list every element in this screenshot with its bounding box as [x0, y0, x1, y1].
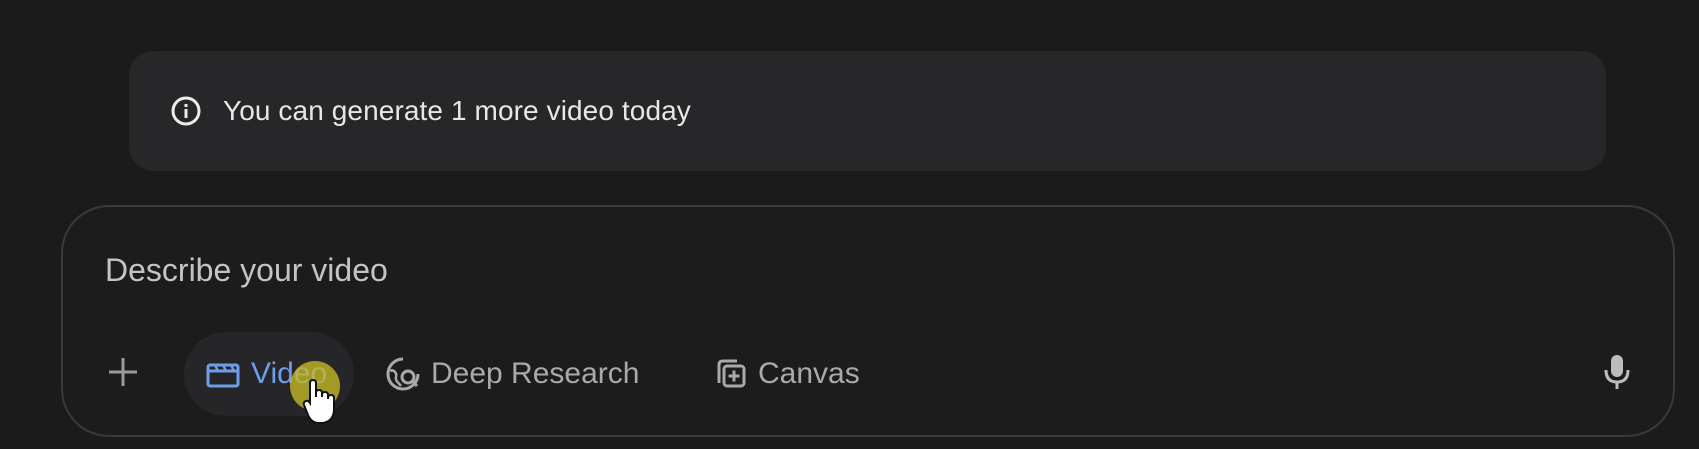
video-quota-notice: You can generate 1 more video today	[129, 51, 1606, 171]
tool-canvas-label: Canvas	[758, 357, 860, 390]
add-button[interactable]	[99, 350, 147, 398]
clapperboard-icon	[204, 355, 242, 393]
tool-row: Video Deep Research Canvas	[63, 332, 1673, 416]
tool-deep-research-button[interactable]: Deep Research	[384, 332, 654, 416]
gemini-page: You can generate 1 more video today Desc…	[0, 0, 1699, 449]
prompt-input[interactable]	[105, 245, 1305, 295]
globe-search-icon	[384, 355, 422, 393]
tool-video-label: Video	[251, 357, 328, 390]
tool-video-button[interactable]: Video	[184, 332, 354, 416]
prompt-composer: Video Deep Research	[61, 205, 1675, 437]
microphone-icon	[1602, 353, 1632, 396]
info-icon	[169, 94, 203, 128]
tool-canvas-button[interactable]: Canvas	[711, 332, 881, 416]
plus-icon	[105, 354, 141, 395]
tool-deep-research-label: Deep Research	[431, 357, 640, 390]
canvas-add-icon	[711, 355, 749, 393]
microphone-button[interactable]	[1589, 346, 1645, 402]
notice-text: You can generate 1 more video today	[223, 95, 691, 126]
